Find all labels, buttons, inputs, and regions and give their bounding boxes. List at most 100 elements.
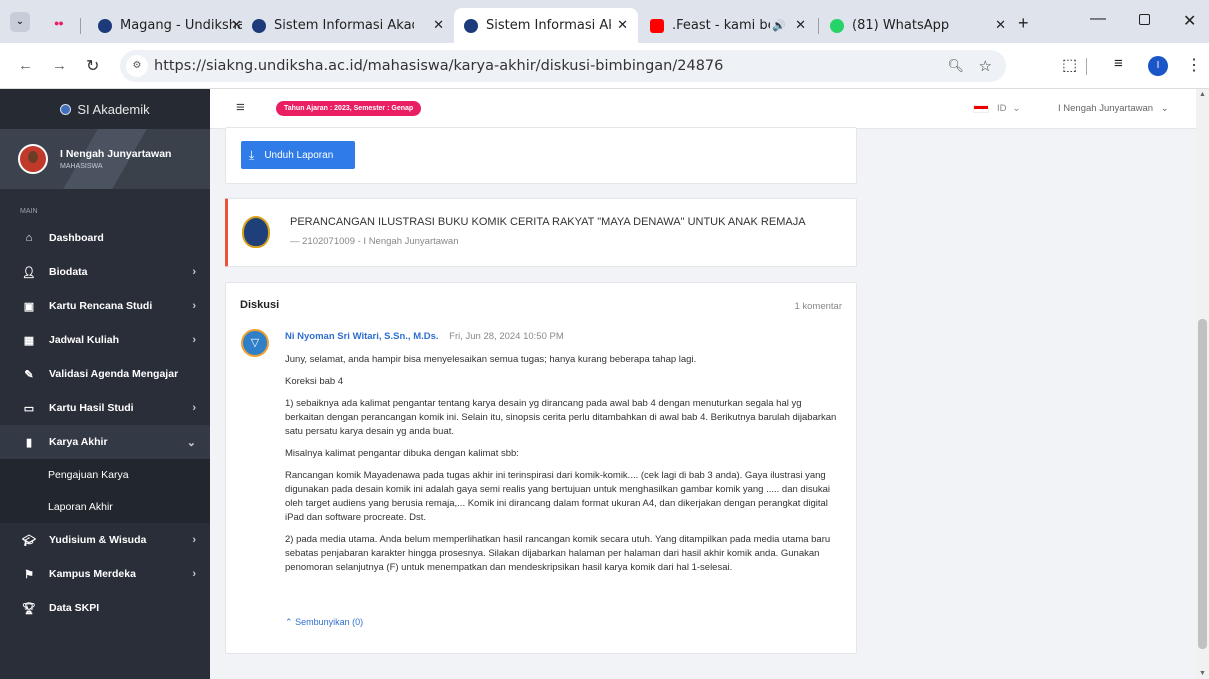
comment-paragraph: Koreksi bab 4 (285, 376, 344, 387)
browser-tab-2[interactable]: Sistem Informasi Akade ✕ (454, 8, 638, 43)
flag-icon: ⚑ (24, 568, 34, 581)
address-bar: ← → ↻ ⚙ https://siakng.undiksha.ac.id/ma… (0, 43, 1209, 89)
chevron-down-icon: ⌄ (1160, 103, 1169, 114)
tab-group-icon[interactable]: ●● (54, 18, 64, 28)
brand-logo-icon (60, 103, 72, 115)
sidebar: SI Akademik I Nengah Junyartawan MAHASIS… (0, 89, 210, 679)
comment-author[interactable]: Ni Nyoman Sri Witari, S.Sn., M.Ds. (285, 331, 439, 342)
browser-tab-0[interactable]: Magang - Undiksha ✕ (88, 8, 252, 43)
hamburger-icon[interactable]: ≡ (236, 99, 245, 116)
browser-tab-3[interactable]: .Feast - kami belum 🔊 ✕ (640, 8, 816, 43)
card-icon: ▣ (23, 300, 35, 313)
hide-replies-link[interactable]: ⌃ Sembunyikan (0) (285, 617, 363, 628)
sidebar-item-kampus-merdeka[interactable]: ⚑ Kampus Merdeka › (0, 557, 210, 591)
book-icon: ▮ (25, 436, 33, 449)
url-input[interactable]: ⚙ https://siakng.undiksha.ac.id/mahasisw… (120, 50, 1006, 82)
creditcard-icon: ▭ (23, 402, 35, 415)
sidebar-item-krs[interactable]: ▣ Kartu Rencana Studi › (0, 289, 210, 323)
chevron-right-icon: › (192, 300, 196, 312)
graduation-icon: 🎓︎ (22, 534, 36, 547)
profile-role: MAHASISWA (60, 163, 103, 170)
browser-tab-strip: ⌄ ●● Magang - Undiksha ✕ Sistem Informas… (0, 0, 1209, 43)
scrollbar[interactable]: ▲ ▼ (1196, 89, 1209, 679)
site-info-icon[interactable]: ⚙ (126, 55, 148, 77)
user-menu[interactable]: I Nengah Junyartawan ⌄ (1058, 103, 1169, 114)
back-icon[interactable]: ← (18, 57, 33, 74)
download-icon: ⤓ (249, 147, 255, 162)
sidebar-subitem-laporan[interactable]: Laporan Akhir (0, 491, 210, 523)
comment-paragraph: Rancangan komik Mayadenawa pada tugas ak… (285, 470, 830, 523)
close-tab-icon[interactable]: ✕ (795, 18, 806, 33)
chevron-up-icon: ⌃ (285, 617, 293, 627)
profile-avatar[interactable]: I (1148, 56, 1168, 76)
profile-name: I Nengah Junyartawan (60, 148, 172, 160)
comment-body: Juny, selamat, anda hampir bisa menyeles… (285, 353, 843, 583)
discussion-title: Diskusi (240, 299, 280, 311)
close-tab-icon[interactable]: ✕ (617, 18, 628, 33)
chevron-right-icon: › (192, 334, 196, 346)
university-seal-icon (242, 216, 270, 248)
reload-icon[interactable]: ↻ (86, 56, 99, 76)
sidebar-item-jadwal[interactable]: ▦ Jadwal Kuliah › (0, 323, 210, 357)
browser-tab-4[interactable]: (81) WhatsApp ✕ (820, 8, 1016, 43)
scroll-up-icon[interactable]: ▲ (1199, 91, 1206, 98)
flag-indonesia-icon (973, 104, 989, 113)
sidebar-item-dashboard[interactable]: ⌂ Dashboard (0, 221, 210, 255)
tab-search-button[interactable]: ⌄ (10, 12, 30, 32)
reading-list-icon[interactable]: ≡ (1114, 55, 1123, 72)
thesis-title: PERANCANGAN ILUSTRASI BUKU KOMIK CERITA … (290, 216, 806, 228)
scrollbar-thumb[interactable] (1198, 319, 1207, 649)
scroll-down-icon[interactable]: ▼ (1199, 670, 1206, 677)
sidebar-item-yudisium[interactable]: 🎓︎ Yudisium & Wisuda › (0, 523, 210, 557)
close-tab-icon[interactable]: ✕ (231, 18, 242, 33)
comment-date: Fri, Jun 28, 2024 10:50 PM (449, 331, 564, 342)
academic-year-badge: Tahun Ajaran : 2023, Semester : Genap (276, 101, 422, 116)
youtube-icon (650, 18, 664, 33)
close-tab-icon[interactable]: ✕ (995, 18, 1006, 33)
pencil-icon: ✎ (24, 368, 34, 381)
home-icon: ⌂ (25, 232, 33, 244)
divider (1086, 58, 1087, 75)
zoom-icon[interactable]: 🔍︎ (947, 59, 964, 74)
discussion-card: Diskusi 1 komentar ▽ Ni Nyoman Sri Witar… (225, 282, 857, 654)
sidebar-item-biodata[interactable]: 👤︎ Biodata › (0, 255, 210, 289)
sidebar-item-khs[interactable]: ▭ Kartu Hasil Studi › (0, 391, 210, 425)
restore-button[interactable] (1139, 14, 1150, 25)
comment-count: 1 komentar (794, 301, 842, 312)
comment-paragraph: Misalnya kalimat pengantar dibuka dengan… (285, 448, 519, 459)
chevron-right-icon: › (192, 266, 196, 278)
comment-paragraph: Juny, selamat, anda hampir bisa menyeles… (285, 354, 697, 365)
download-card: ⤓ Unduh Laporan (225, 127, 857, 184)
sidebar-section-label: MAIN (20, 208, 38, 215)
minimize-button[interactable]: — (1090, 10, 1106, 28)
sidebar-profile: I Nengah Junyartawan MAHASISWA (0, 129, 210, 189)
undiksha-logo-icon (464, 18, 478, 33)
calendar-icon: ▦ (23, 334, 35, 347)
sidebar-item-validasi[interactable]: ✎ Validasi Agenda Mengajar (0, 357, 210, 391)
close-tab-icon[interactable]: ✕ (433, 18, 444, 33)
browser-menu-icon[interactable]: ⋮ (1186, 55, 1202, 75)
close-window-button[interactable]: ✕ (1183, 11, 1196, 31)
avatar (18, 144, 48, 174)
top-bar: ≡ Tahun Ajaran : 2023, Semester : Genap … (210, 89, 1199, 129)
chevron-right-icon: › (192, 534, 196, 546)
trophy-icon: 🏆︎ (22, 602, 36, 615)
download-report-button[interactable]: ⤓ Unduh Laporan (241, 141, 355, 169)
language-selector[interactable]: ID ⌄ (973, 103, 1020, 114)
user-icon: 👤︎ (22, 266, 36, 279)
bookmark-star-icon[interactable]: ☆ (979, 57, 992, 75)
sidebar-brand[interactable]: SI Akademik (0, 89, 210, 129)
sidebar-item-skpi[interactable]: 🏆︎ Data SKPI (0, 591, 210, 625)
chevron-down-icon: ⌄ (186, 436, 196, 449)
chevron-right-icon: › (192, 402, 196, 414)
audio-icon[interactable]: 🔊 (772, 19, 786, 32)
thesis-meta: — 2102071009 - I Nengah Junyartawan (290, 236, 459, 247)
sidebar-subitem-pengajuan[interactable]: Pengajuan Karya (0, 459, 210, 491)
whatsapp-icon (830, 18, 844, 33)
undiksha-logo-icon (252, 18, 266, 33)
sidebar-item-karya-akhir[interactable]: ▮ Karya Akhir ⌄ (0, 425, 210, 459)
browser-tab-1[interactable]: Sistem Informasi Akade ✕ (242, 8, 454, 43)
new-tab-button[interactable]: + (1018, 13, 1029, 34)
extensions-icon[interactable]: ⬚ (1062, 55, 1077, 75)
forward-icon[interactable]: → (52, 57, 67, 74)
